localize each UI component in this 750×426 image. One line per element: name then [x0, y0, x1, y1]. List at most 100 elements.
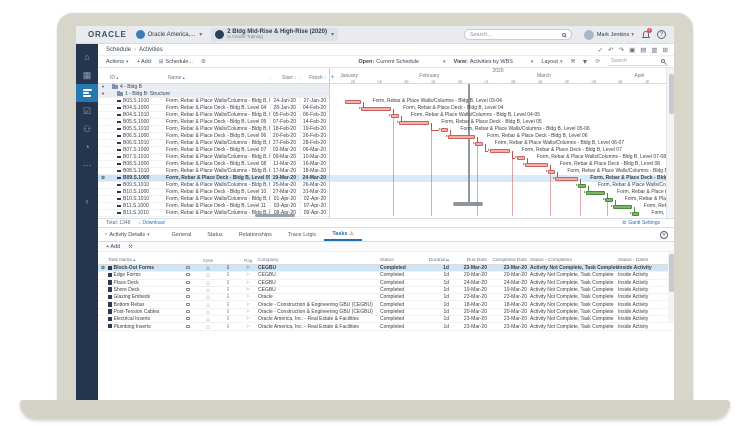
task-row[interactable]: Bottom Rebar△⁑⚐Oracle - Construction & E… [98, 301, 674, 308]
chat-icon[interactable] [178, 280, 198, 286]
tab-general[interactable]: General [164, 228, 200, 241]
chat-icon[interactable] [178, 324, 198, 330]
open-schedule-select[interactable]: Open:Current Schedule▾ [358, 59, 445, 65]
gantt-bar[interactable] [632, 212, 640, 216]
task-row[interactable]: Glazing Embeds△⁑⚐OracleCompleted1d23-Mar… [98, 294, 674, 301]
column-status[interactable]: Status [380, 258, 424, 263]
activity-row[interactable]: B05.S.1000Form, Rebar & Place Deck - Bld… [98, 119, 329, 126]
activity-row[interactable]: B05.S.1010Form, Rebar & Place Walls/Colu… [98, 126, 329, 133]
chat-icon[interactable] [178, 309, 198, 315]
assignees-icon[interactable]: ⁑ [218, 302, 238, 308]
activity-row[interactable]: B09.S.1010Form, Rebar & Place Walls/Colu… [98, 182, 329, 189]
refresh-icon[interactable]: ⟳ [595, 59, 600, 65]
column-finish[interactable]: Finish ↕ [300, 75, 330, 81]
view-select[interactable]: View:Activities by WBS▾ [454, 59, 534, 65]
state-icon[interactable]: △ [198, 324, 218, 330]
activity-row[interactable]: B06.S.1010Form, Rebar & Place Walls/Colu… [98, 140, 329, 147]
flag-icon[interactable]: ⚐ [238, 316, 258, 322]
column-duration[interactable]: Duration▴ [424, 257, 452, 263]
flag-icon[interactable]: ⚐ [238, 287, 258, 293]
wbs-group-row[interactable]: ▾4 - Bldg B [98, 84, 329, 91]
tab-trace-logic[interactable]: Trace Logic [280, 228, 325, 241]
task-row[interactable]: Electrical Inserts△⁑⚐Oracle America, Inc… [98, 316, 674, 323]
column-flag[interactable]: Flag [238, 258, 258, 263]
assignees-icon[interactable]: ⁑ [218, 287, 238, 293]
activity-row[interactable]: B04.S.1010Form, Rebar & Place Walls/Colu… [98, 112, 329, 119]
activity-row[interactable]: B08.S.1010Form, Rebar & Place Walls/Colu… [98, 168, 329, 175]
task-row[interactable]: Plumbing Inserts△⁑⚐Oracle America, Inc. … [98, 323, 674, 330]
gantt-bar[interactable] [548, 170, 556, 174]
gantt-bar[interactable] [475, 142, 483, 146]
assignees-icon[interactable]: ⁑ [218, 265, 238, 271]
state-icon[interactable]: △ [198, 280, 218, 286]
chat-icon[interactable] [178, 272, 198, 278]
add-task-button[interactable]: + Add [106, 244, 120, 250]
activity-row[interactable]: B07.S.1000Form, Rebar & Place Deck - Bld… [98, 147, 329, 154]
chat-icon[interactable] [178, 316, 198, 322]
column-start[interactable]: Start ↕ [270, 75, 300, 81]
flag-icon[interactable]: ⚐ [238, 272, 258, 278]
breadcrumb-schedule[interactable]: Schedule [106, 47, 131, 53]
filter-icon[interactable] [583, 60, 587, 64]
gantt-bar[interactable] [578, 184, 586, 188]
task-row[interactable]: Post-Tension Cables△⁑⚐Oracle - Construct… [98, 309, 674, 316]
activity-row[interactable]: B03.S.1010Form, Rebar & Place Walls/Colu… [98, 98, 329, 105]
activity-row[interactable]: B11.S.1000Form, Rebar & Place Deck - Bld… [98, 203, 329, 210]
gantt-bar[interactable] [605, 198, 613, 202]
assignees-icon[interactable]: ⁑ [218, 309, 238, 315]
gantt-bar[interactable] [525, 163, 548, 167]
column-status-completion[interactable]: Status - Completion [530, 258, 618, 263]
state-icon[interactable]: △ [198, 265, 218, 271]
sidebar-item-more-icon[interactable]: ⋯ [76, 156, 98, 174]
project-selector[interactable]: 2 Bldg Mid-Rise & High-Rise (2020) In Or… [211, 28, 338, 42]
settings-gear-icon[interactable]: ⚙ [201, 59, 206, 65]
sidebar-item-checklist-icon[interactable]: ☑ [76, 102, 98, 120]
gantt-bar[interactable] [399, 121, 430, 125]
state-icon[interactable]: △ [198, 294, 218, 300]
chat-icon[interactable] [178, 265, 198, 271]
flag-icon[interactable]: ⚐ [238, 302, 258, 308]
chat-icon[interactable] [178, 302, 198, 308]
customize-icon[interactable]: ⚒ [570, 59, 575, 65]
layout-menu[interactable]: Layout▾ [541, 59, 562, 65]
activity-row[interactable]: ⚙B09.S.1000Form, Rebar & Place Deck - Bl… [98, 175, 329, 182]
state-icon[interactable]: △ [198, 309, 218, 315]
tab-relationships[interactable]: Relationships [231, 228, 280, 241]
gantt-settings-button[interactable]: ⚙Gantt Settings [622, 220, 660, 226]
state-icon[interactable]: △ [198, 287, 218, 293]
tab-status[interactable]: Status [199, 228, 231, 241]
flag-icon[interactable]: ⚐ [238, 324, 258, 330]
activity-row[interactable]: B06.S.1000Form, Rebar & Place Deck - Bld… [98, 133, 329, 140]
activity-row[interactable]: B10.S.1000Form, Rebar & Place Deck - Bld… [98, 189, 329, 196]
user-menu[interactable]: Mark Jenkins ▾ [584, 30, 634, 40]
sidebar-item-history-icon[interactable]: ◔ [76, 138, 98, 156]
horizontal-scrollbar[interactable] [255, 214, 295, 217]
schedule-button[interactable]: ⊞Schedule... [159, 59, 193, 65]
add-activity-button[interactable]: + Add [137, 59, 151, 65]
state-icon[interactable]: △ [198, 272, 218, 278]
tab-tasks[interactable]: Tasks⚠ [324, 228, 362, 241]
column-name[interactable]: Name ▴ [166, 75, 270, 81]
table-search-input[interactable]: Search [608, 57, 668, 66]
activity-details-menu[interactable]: ◔Activity Details▾ [104, 232, 150, 238]
sidebar-item-home-icon[interactable]: ⌂ [76, 48, 98, 66]
task-row[interactable]: Edge Forms△⁑⚐CEGBUCompleted1d20-Mar-2020… [98, 272, 674, 279]
sidebar-item-dashboard-icon[interactable]: ▦ [76, 66, 98, 84]
task-row[interactable]: Place Deck△⁑⚐CEGBUCompleted1d24-Mar-2024… [98, 280, 674, 287]
column-status-dates[interactable]: Status - Dates [618, 258, 674, 263]
download-link[interactable]: ↓ Download [138, 220, 164, 226]
activity-row[interactable]: B07.S.1010Form, Rebar & Place Walls/Colu… [98, 154, 329, 161]
gantt-bar[interactable] [555, 177, 578, 181]
close-icon[interactable]: ✕ [660, 231, 668, 239]
state-icon[interactable]: △ [198, 302, 218, 308]
workspace-selector[interactable]: Oracle America,... ▾ [136, 30, 203, 39]
flag-icon[interactable]: ⚐ [238, 309, 258, 315]
activity-row[interactable]: B10.S.1010Form, Rebar & Place Walls/Colu… [98, 196, 329, 203]
gantt-bar[interactable] [517, 156, 525, 160]
check-icon[interactable]: ✓ [598, 46, 603, 54]
flag-icon[interactable]: ⚐ [238, 265, 258, 271]
column-task-name[interactable]: Task Name ▴ [108, 257, 178, 263]
flag-icon[interactable]: ⚐ [238, 294, 258, 300]
customize-icon[interactable]: ⚒ [128, 244, 132, 250]
activity-row[interactable]: B04.S.1000Form, Rebar & Place Deck - Bld… [98, 105, 329, 112]
